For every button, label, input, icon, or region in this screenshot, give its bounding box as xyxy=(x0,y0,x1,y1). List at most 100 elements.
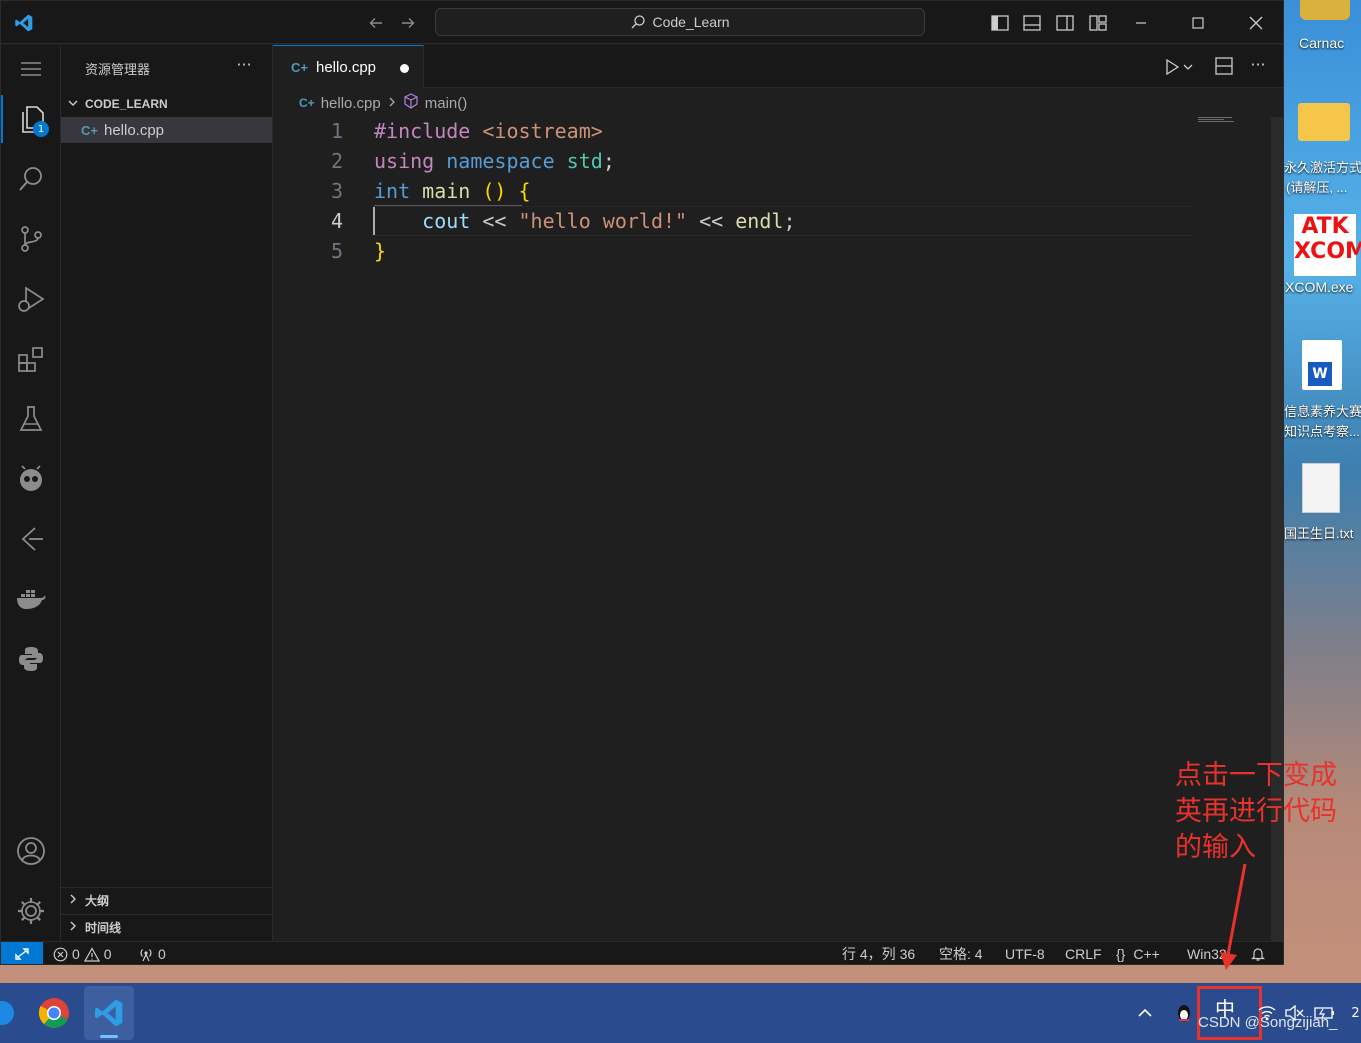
remote-icon xyxy=(15,948,29,960)
code-line-3[interactable]: int main () { xyxy=(374,179,531,203)
docker-icon[interactable] xyxy=(1,575,61,623)
app-icon-partial[interactable] xyxy=(0,983,14,1043)
code-line-1[interactable]: #include <iostream> xyxy=(374,119,603,143)
desktop-icon-carnac[interactable]: Carnac xyxy=(1296,0,1356,60)
text-file-icon xyxy=(1302,463,1340,513)
run-icon[interactable] xyxy=(1165,57,1199,77)
menu-icon[interactable] xyxy=(1,45,61,93)
toggle-secondary-sidebar-icon[interactable] xyxy=(1050,1,1080,44)
broadcast-icon xyxy=(140,948,152,961)
line-number: 5 xyxy=(330,239,343,263)
back-arrow-icon[interactable] xyxy=(363,1,389,44)
cursor-position[interactable]: 行 4，列 36 xyxy=(842,942,915,964)
desktop-icon-label: XCOM.exe xyxy=(1285,279,1354,295)
testing-icon[interactable] xyxy=(1,395,61,443)
chrome-icon[interactable] xyxy=(31,983,77,1043)
outline-section[interactable]: 大纲 xyxy=(61,887,272,913)
minimap[interactable] xyxy=(1198,117,1238,123)
extensions-icon[interactable] xyxy=(1,335,61,383)
ellipsis-icon[interactable]: ··· xyxy=(233,55,255,75)
close-icon[interactable] xyxy=(1236,1,1276,44)
show-hidden-icons-chevron-icon[interactable] xyxy=(1133,983,1157,1043)
remote-indicator[interactable] xyxy=(1,942,43,964)
timeline-section[interactable]: 时间线 xyxy=(61,914,272,940)
desktop-icon-xcom[interactable]: ATK XCOM XCOM.exe xyxy=(1284,210,1361,300)
customize-layout-icon[interactable] xyxy=(1083,1,1113,44)
run-debug-icon[interactable] xyxy=(1,275,61,323)
breadcrumb: C+ hello.cpp main() xyxy=(299,93,467,113)
folder-name: CODE_LEARN xyxy=(85,97,168,111)
split-editor-icon[interactable] xyxy=(1215,57,1235,77)
python-icon[interactable] xyxy=(1,635,61,683)
wifi-icon[interactable] xyxy=(1256,983,1278,1043)
desktop-icon-word[interactable]: W 信息素养大赛 知识点考察... xyxy=(1284,335,1361,445)
remote-explorer-icon[interactable] xyxy=(1,515,61,563)
search-icon[interactable] xyxy=(1,155,61,203)
vscode-window: Code_Learn 1 资源管理器 ··· CODE_LEARN C+ hel… xyxy=(0,0,1284,965)
toggle-panel-icon[interactable] xyxy=(1017,1,1047,44)
annotation-text: 点击一下变成 英再进行代码 的输入 xyxy=(1175,760,1337,863)
unsaved-dot-icon[interactable] xyxy=(400,64,409,73)
bracket-underline xyxy=(374,205,522,206)
gear-icon[interactable] xyxy=(1,887,61,935)
vscode-taskbar-icon[interactable] xyxy=(84,986,134,1040)
clock-fragment[interactable]: 2 xyxy=(1350,983,1361,1043)
qq-penguin-icon[interactable] xyxy=(1172,983,1196,1043)
chevron-right-icon xyxy=(67,893,79,908)
command-center-text: Code_Learn xyxy=(652,14,730,30)
folder-icon xyxy=(1298,103,1350,141)
chevron-down-icon xyxy=(67,97,79,112)
language-mode[interactable]: {} C++ xyxy=(1116,942,1160,964)
platformio-alien-icon[interactable] xyxy=(1,455,61,503)
code-line-5[interactable]: } xyxy=(374,239,386,263)
battery-icon[interactable] xyxy=(1312,983,1338,1043)
command-center-search[interactable]: Code_Learn xyxy=(435,8,925,36)
ports-count: 0 xyxy=(158,946,166,962)
title-bar: Code_Learn xyxy=(1,1,1283,44)
tab-hello-cpp[interactable]: C+ hello.cpp xyxy=(273,45,424,89)
code-line-4[interactable]: cout << "hello world!" << endl; xyxy=(374,209,795,233)
vscode-logo-icon xyxy=(9,1,39,44)
breadcrumb-file[interactable]: hello.cpp xyxy=(321,95,381,112)
cpp-file-icon: C+ xyxy=(299,96,315,110)
problems-indicator[interactable]: 0 0 xyxy=(53,942,112,964)
xcom-logo: ATK XCOM xyxy=(1294,214,1361,276)
timeline-label: 时间线 xyxy=(85,921,122,935)
maximize-icon[interactable] xyxy=(1178,1,1218,44)
desktop-icon-folder[interactable]: 永久激活方式 (请解压, ... xyxy=(1284,95,1361,195)
desktop-icon-label: (请解压, ... xyxy=(1286,180,1348,195)
accounts-icon[interactable] xyxy=(1,827,61,875)
toggle-primary-sidebar-icon[interactable] xyxy=(985,1,1015,44)
end-of-line[interactable]: CRLF xyxy=(1065,942,1102,964)
error-icon xyxy=(53,947,68,961)
forward-arrow-icon[interactable] xyxy=(395,1,421,44)
desktop-icon-label: 国王生日.txt xyxy=(1284,526,1354,541)
cpp-file-icon: C+ xyxy=(81,122,98,138)
indentation[interactable]: 空格: 4 xyxy=(939,942,983,964)
explorer-icon[interactable]: 1 xyxy=(1,95,61,143)
ports-indicator[interactable]: 0 xyxy=(138,942,166,964)
file-item-hello-cpp[interactable]: C+ hello.cpp xyxy=(61,117,272,143)
desktop-icon-label: 永久激活方式 xyxy=(1284,160,1361,175)
carnac-icon xyxy=(1300,0,1350,20)
desktop-icon-label: 信息素养大赛 xyxy=(1284,404,1361,419)
file-name: hello.cpp xyxy=(103,121,165,139)
ellipsis-icon[interactable]: ··· xyxy=(1247,55,1269,75)
chevron-right-icon xyxy=(67,920,79,935)
braces-icon: {} xyxy=(1116,946,1126,962)
minimize-icon[interactable] xyxy=(1121,1,1161,44)
taskbar: 中 2 CSDN @Songzijian_ xyxy=(0,983,1361,1043)
source-control-icon[interactable] xyxy=(1,215,61,263)
explorer-badge: 1 xyxy=(33,121,49,137)
encoding[interactable]: UTF-8 xyxy=(1005,942,1045,964)
code-line-2[interactable]: using namespace std; xyxy=(374,149,615,173)
line-number: 3 xyxy=(330,179,343,203)
volume-muted-icon[interactable] xyxy=(1283,983,1305,1043)
cpp-file-icon: C+ xyxy=(291,60,308,75)
search-icon xyxy=(631,15,646,29)
desktop-icon-txt[interactable]: 国王生日.txt xyxy=(1284,460,1361,545)
line-number-active: 4 xyxy=(330,209,343,233)
breadcrumb-symbol[interactable]: main() xyxy=(425,95,468,112)
folder-header[interactable]: CODE_LEARN xyxy=(61,91,272,117)
word-doc-icon: W xyxy=(1302,340,1342,390)
